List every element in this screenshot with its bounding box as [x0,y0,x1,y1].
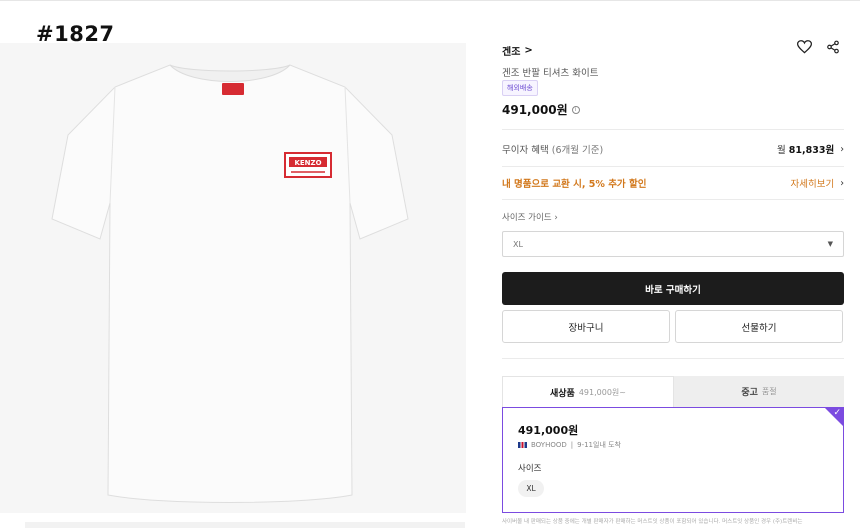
buy-now-button[interactable]: 바로 구매하기 [502,272,844,305]
overseas-shipping-badge: 해외배송 [502,80,538,96]
tab-used-sub: 품절 [761,387,777,396]
tab-new-label: 새상품 [550,388,575,399]
chevron-right-icon: > [524,45,533,56]
installment-row[interactable]: 무이자 혜택 (6개월 기준) 월 81,833원 › [502,142,844,157]
divider [502,358,844,359]
offer-size-chip[interactable]: XL [518,480,544,497]
seller-name: BOYHOOD [531,441,567,449]
overlay-id-label: #1827 [36,22,115,46]
add-to-cart-button[interactable]: 장바구니 [502,310,670,343]
product-name: 겐조 반팔 티셔츠 화이트 [502,68,599,79]
tab-new[interactable]: 새상품 491,000원~ [502,376,674,407]
uk-flag-icon [518,442,527,448]
chevron-right-icon: › [554,213,558,223]
installment-value: 월 81,833원 › [777,142,844,157]
divider [502,166,844,167]
monthly-amount: 81,833원 [788,145,835,156]
action-icons [797,40,840,54]
product-image[interactable]: KENZO [0,43,466,513]
gift-button[interactable]: 선물하기 [675,310,843,343]
condition-tabs: 새상품 491,000원~ 중고 품절 [502,376,844,407]
chest-logo-text: KENZO [294,159,321,167]
trade-in-row[interactable]: 내 명품으로 교환 시, 5% 추가 할인 자세히보기 › [502,176,844,191]
tab-used[interactable]: 중고 품절 [674,376,844,407]
brand-name: 겐조 [502,47,521,58]
installment-sub: (6개월 기준) [551,145,604,156]
divider [502,199,844,200]
trade-in-link-label: 자세히보기 [790,179,835,190]
size-select[interactable]: XL ▼ [502,231,844,257]
footnote: 사이버몰 내 판매되는 상품 중에는 개별 판매자가 판매하는 머스트잇 상품이… [502,519,803,525]
size-guide-label: 사이즈 가이드 [502,213,552,223]
chevron-right-icon: › [840,177,844,189]
installment-label: 무이자 혜택 [502,145,549,156]
brand-link[interactable]: 겐조 > [502,43,533,58]
product-price: 491,000원 [502,103,568,117]
check-icon: ✓ [833,408,841,418]
offer-card[interactable]: ✓ 491,000원 BOYHOOD | 9-11일내 도착 사이즈 XL [502,407,844,513]
delivery-eta: 9-11일내 도착 [577,441,621,449]
divider [502,129,844,130]
caret-down-icon: ▼ [827,240,833,248]
offer-meta: BOYHOOD | 9-11일내 도착 [518,440,621,450]
tab-new-sub: 491,000원~ [578,387,626,397]
offer-size-label: 사이즈 [518,464,542,474]
installment-label-group: 무이자 혜택 (6개월 기준) [502,142,603,156]
image-bottom-strip [25,522,465,528]
trade-in-label: 내 명품으로 교환 시, 5% 추가 할인 [502,179,647,190]
size-guide-link[interactable]: 사이즈 가이드 › [502,211,558,223]
price-row: 491,000원 i [502,101,580,118]
chevron-right-icon: › [840,143,844,155]
monthly-prefix: 월 [777,145,786,156]
tab-used-label: 중고 [741,388,758,398]
trade-in-link[interactable]: 자세히보기 › [790,176,844,191]
info-icon[interactable]: i [571,105,580,114]
offer-price: 491,000원 [518,424,579,437]
size-select-value: XL [513,239,523,249]
heart-icon[interactable] [797,40,812,54]
share-icon[interactable] [826,40,840,54]
product-detail-panel: 겐조 > 겐조 반팔 티셔츠 화이트 해외배송 491,000원 i 무이자 혜… [502,0,844,528]
meta-separator: | [570,441,574,449]
